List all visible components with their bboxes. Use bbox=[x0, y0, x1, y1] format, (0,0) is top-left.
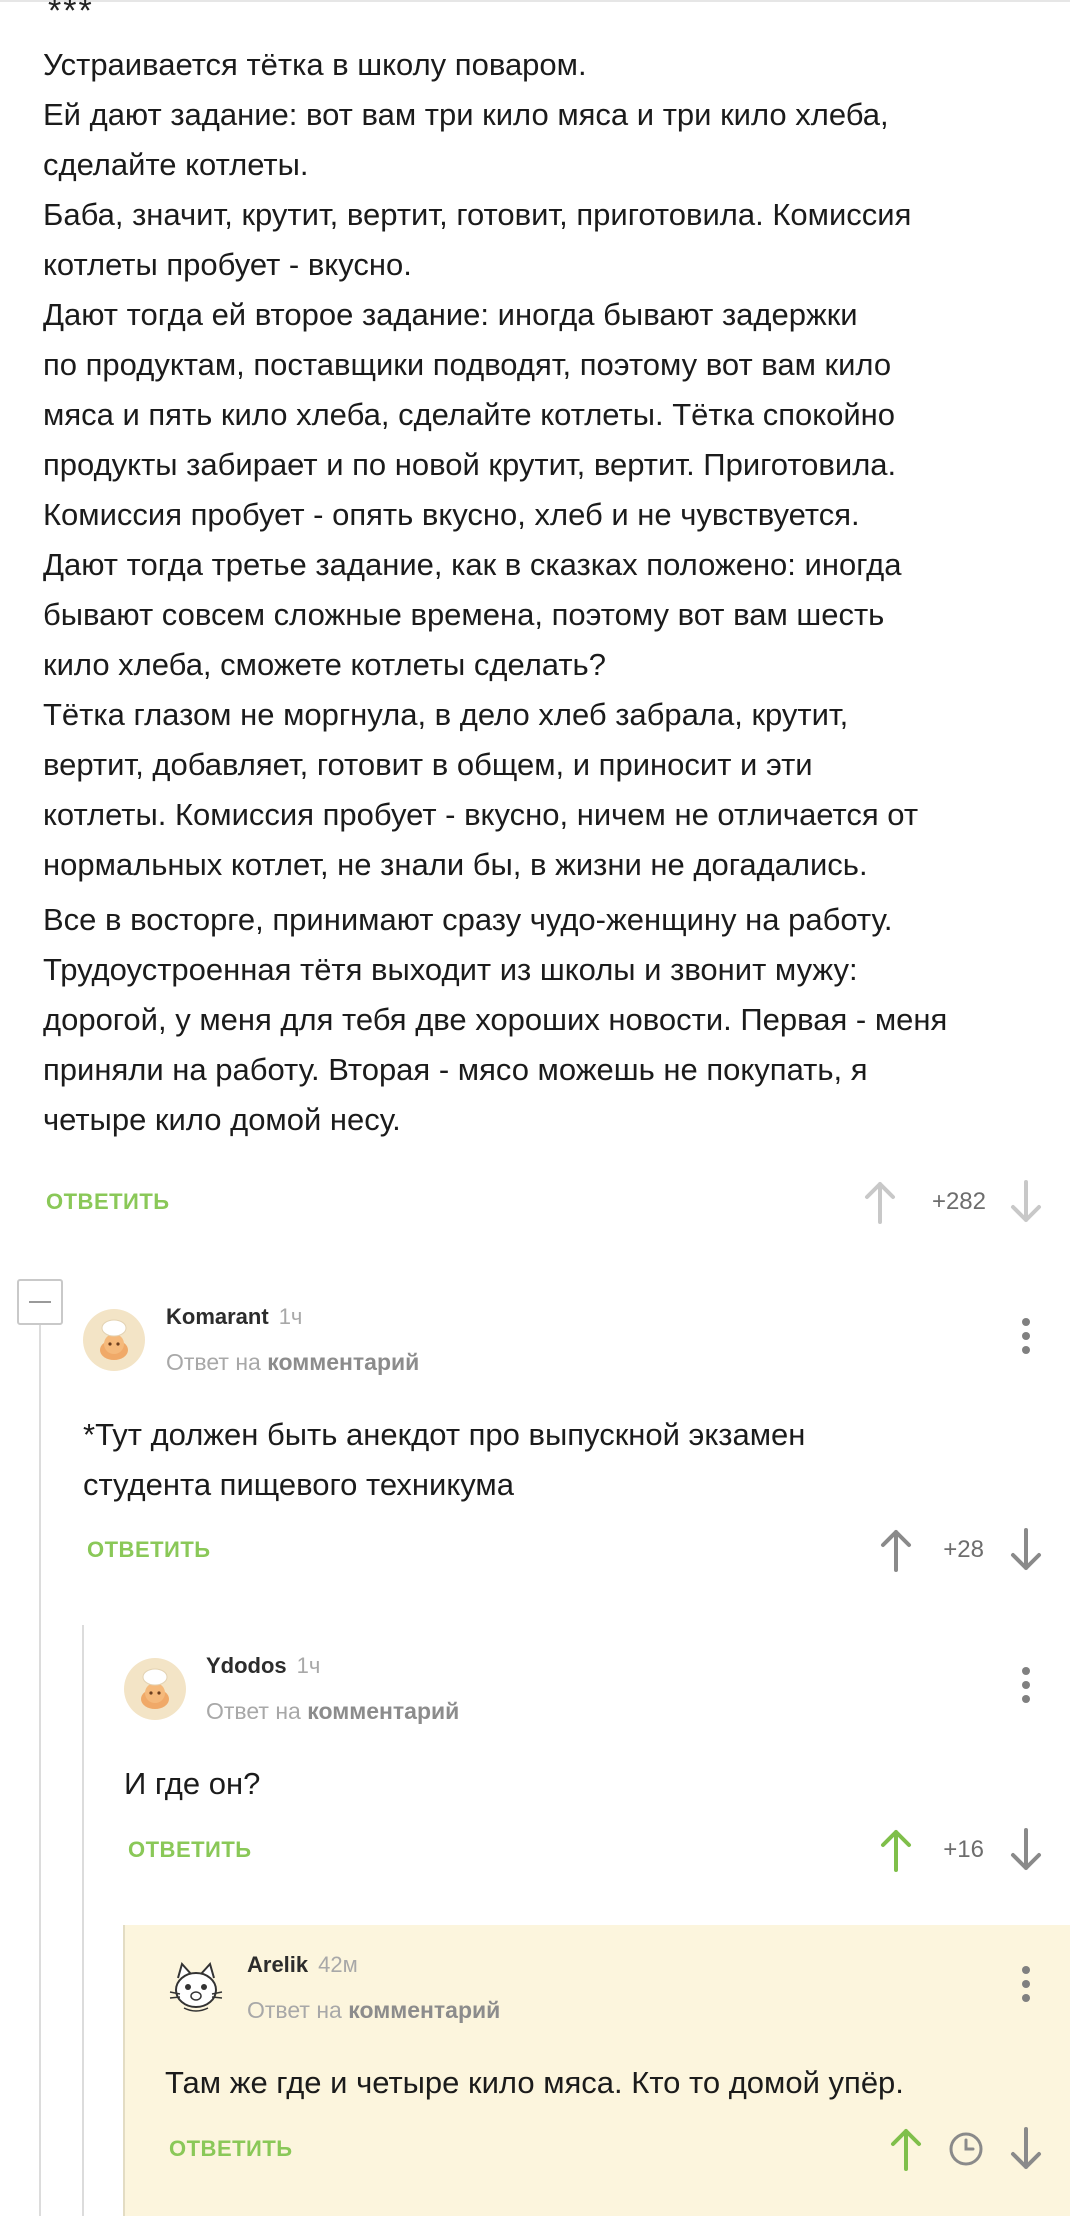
story-line: Дают тогда третье задание, как в сказках… bbox=[43, 547, 902, 582]
comment-author[interactable]: Arelik 42м bbox=[247, 1952, 358, 1978]
score: +282 bbox=[931, 1188, 986, 1215]
story-line: по продуктам, поставщики подводят, поэто… bbox=[43, 347, 892, 382]
arrow-down-icon[interactable] bbox=[1008, 1180, 1044, 1224]
kebab-menu-icon[interactable] bbox=[1016, 1663, 1036, 1707]
comment-actions: ОТВЕТИТЬ +16 bbox=[0, 1820, 1070, 1880]
story-line: мяса и пять кило хлеба, сделайте котлеты… bbox=[43, 397, 896, 432]
comment-author[interactable]: Ydodos 1ч bbox=[206, 1653, 320, 1679]
reply-button[interactable]: ОТВЕТИТЬ bbox=[128, 1837, 252, 1863]
story-line: Все в восторге, принимают сразу чудо-жен… bbox=[43, 902, 893, 937]
collapse-icon[interactable] bbox=[17, 1279, 63, 1325]
arrow-down-icon[interactable] bbox=[1008, 2127, 1044, 2171]
story-actions: ОТВЕТИТЬ +282 bbox=[0, 1172, 1070, 1232]
story-line: вертит, добавляет, готовит в общем, и пр… bbox=[43, 747, 813, 782]
chef-avatar-icon[interactable] bbox=[82, 1308, 146, 1372]
arrow-up-icon[interactable] bbox=[888, 2127, 924, 2171]
story-line: кило хлеба, сможете котлеты сделать? bbox=[43, 647, 606, 682]
story-line: продукты забирает и по новой крутит, вер… bbox=[43, 447, 897, 482]
story-line: приняли на работу. Вторая - мясо можешь … bbox=[43, 1052, 868, 1087]
top-divider bbox=[0, 0, 1070, 2]
story-line: Трудоустроенная тётя выходит из школы и … bbox=[43, 952, 858, 987]
story-line: бывают совсем сложные времена, поэтому в… bbox=[43, 597, 885, 632]
reply-button[interactable]: ОТВЕТИТЬ bbox=[46, 1189, 170, 1215]
comment-author[interactable]: Komarant 1ч bbox=[166, 1304, 302, 1330]
story-line: Ей дают задание: вот вам три кило мяса и… bbox=[43, 97, 889, 132]
comment-text: *Тут должен быть анекдот про выпускной э… bbox=[83, 1417, 806, 1502]
clock-icon bbox=[949, 2132, 983, 2166]
comment-actions: ОТВЕТИТЬ bbox=[0, 2119, 1070, 2179]
kebab-menu-icon[interactable] bbox=[1016, 1962, 1036, 2006]
arrow-down-icon[interactable] bbox=[1008, 1828, 1044, 1872]
reply-to-link[interactable]: Ответ на комментарий bbox=[166, 1349, 419, 1376]
comment-text: Там же где и четыре кило мяса. Кто то до… bbox=[165, 2065, 904, 2100]
reply-to-link[interactable]: Ответ на комментарий bbox=[247, 1997, 500, 2024]
story-line: котлеты пробует - вкусно. bbox=[43, 247, 412, 282]
score: +28 bbox=[943, 1536, 984, 1563]
separator-stars: *** bbox=[48, 0, 94, 30]
story-line: четыре кило домой несу. bbox=[43, 1102, 401, 1137]
reply-button[interactable]: ОТВЕТИТЬ bbox=[169, 2136, 293, 2162]
story-line: Дают тогда ей второе задание: иногда быв… bbox=[43, 297, 858, 332]
story-line: сделайте котлеты. bbox=[43, 147, 309, 182]
comment-time: 42м bbox=[318, 1952, 358, 1977]
arrow-up-icon[interactable] bbox=[862, 1180, 898, 1224]
story-line: Тётка глазом не моргнула, в дело хлеб за… bbox=[43, 697, 849, 732]
story-line: Баба, значит, крутит, вертит, готовит, п… bbox=[43, 197, 912, 232]
comment-actions: ОТВЕТИТЬ +28 bbox=[0, 1520, 1070, 1580]
comment-time: 1ч bbox=[278, 1304, 303, 1329]
comment-text: И где он? bbox=[124, 1766, 261, 1801]
arrow-down-icon[interactable] bbox=[1008, 1528, 1044, 1572]
cat-avatar-icon[interactable] bbox=[164, 1956, 228, 2020]
reply-to-link[interactable]: Ответ на комментарий bbox=[206, 1698, 459, 1725]
score: +16 bbox=[943, 1836, 984, 1863]
post-story: Устраивается тётка в школу поваром. Ей д… bbox=[43, 40, 1053, 1145]
story-line: дорогой, у меня для тебя две хороших нов… bbox=[43, 1002, 948, 1037]
story-line: нормальных котлет, не знали бы, в жизни … bbox=[43, 847, 868, 882]
thread-line bbox=[39, 1325, 41, 2216]
chef-avatar-icon[interactable] bbox=[123, 1657, 187, 1721]
comment-time: 1ч bbox=[296, 1653, 321, 1678]
story-line: Комиссия пробует - опять вкусно, хлеб и … bbox=[43, 497, 860, 532]
kebab-menu-icon[interactable] bbox=[1016, 1314, 1036, 1358]
reply-button[interactable]: ОТВЕТИТЬ bbox=[87, 1537, 211, 1563]
story-line: Устраивается тётка в школу поваром. bbox=[43, 47, 587, 82]
story-line: котлеты. Комиссия пробует - вкусно, ниче… bbox=[43, 797, 919, 832]
